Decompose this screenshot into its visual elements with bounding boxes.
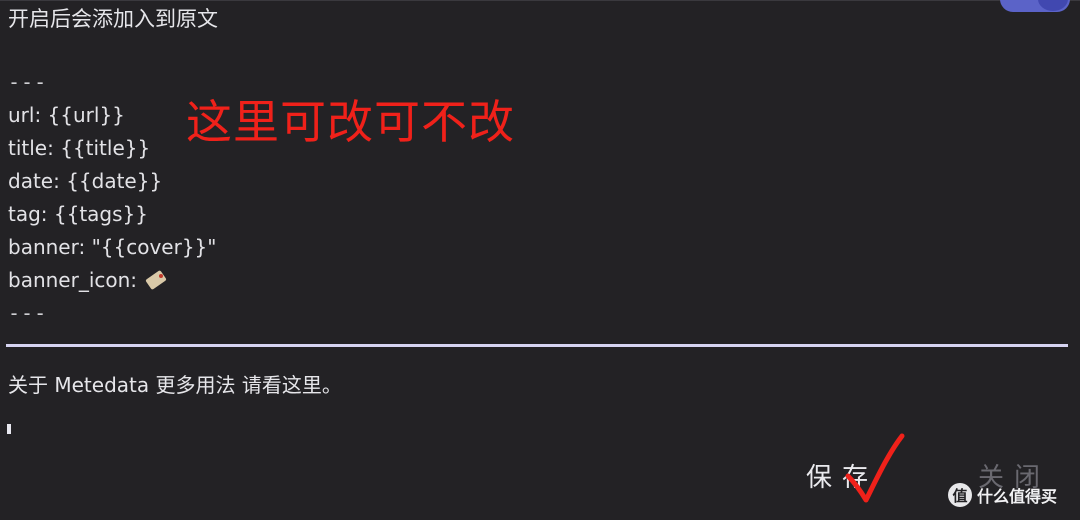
banner-icon-key: banner_icon: — [8, 268, 144, 292]
watermark-text: 什么值得买 — [977, 487, 1058, 506]
yaml-line-date: date: {{date}} — [8, 169, 163, 193]
site-watermark: 值 什么值得买 — [948, 481, 1057, 509]
add-to-original-toggle[interactable] — [1000, 0, 1070, 12]
red-checkmark-annotation — [845, 433, 905, 503]
option-hint-text: 开启后会添加入到原文 — [8, 7, 218, 31]
toggle-knob[interactable] — [1038, 0, 1068, 11]
tag-emoji-icon — [145, 269, 168, 291]
text-cursor — [7, 424, 11, 434]
watermark-logo-icon: 值 — [948, 483, 972, 507]
yaml-line-close-separator: --- — [8, 301, 48, 325]
yaml-line-banner: banner: "{{cover}}" — [8, 235, 217, 259]
red-annotation-text: 这里可改可不改 — [186, 95, 515, 149]
yaml-line-tag: tag: {{tags}} — [8, 202, 148, 226]
section-divider — [6, 344, 1068, 347]
top-border — [0, 0, 1080, 1]
metadata-help-link[interactable]: 关于 Metedata 更多用法 请看这里。 — [8, 372, 342, 398]
yaml-line-banner-icon: banner_icon: — [8, 264, 216, 297]
